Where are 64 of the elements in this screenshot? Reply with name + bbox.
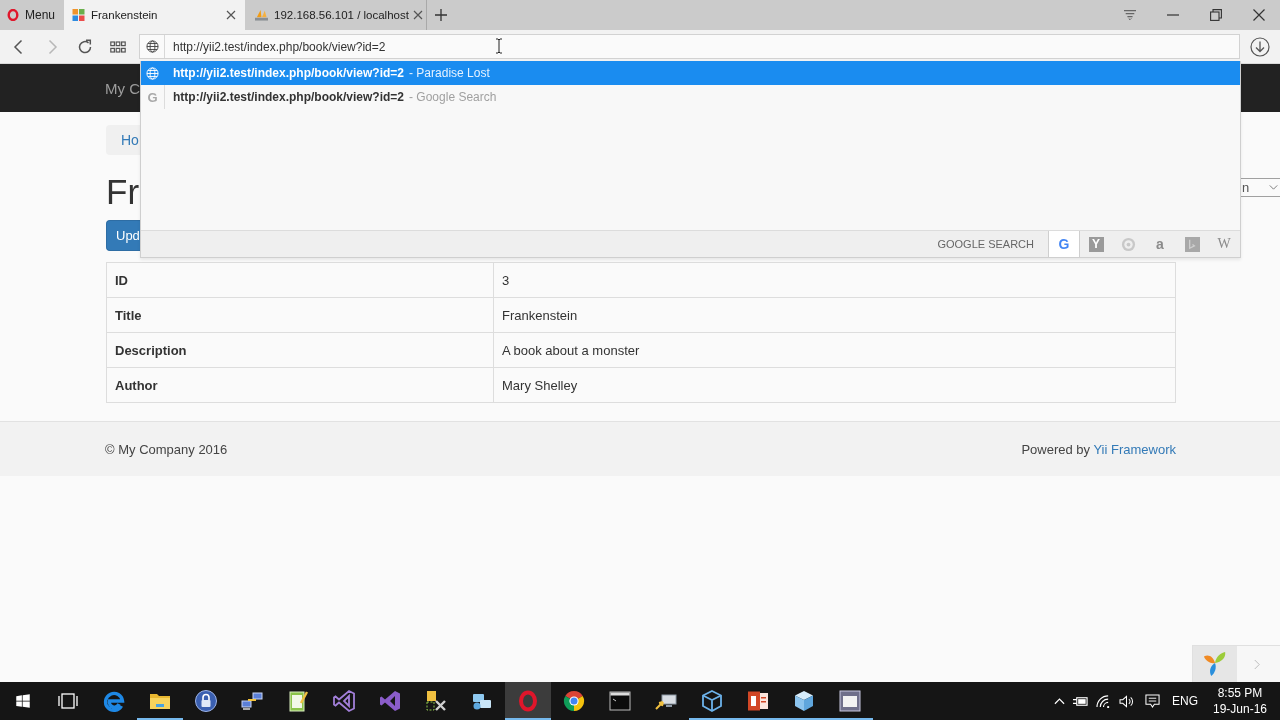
power-plug-icon[interactable] (1073, 694, 1088, 708)
e-logo-icon (102, 689, 126, 713)
menu-button[interactable]: Menu (0, 0, 62, 30)
copyright-text: © My Company 2016 (105, 441, 228, 457)
terminal-icon (608, 689, 632, 713)
page-heading: Fr (106, 172, 140, 212)
table-cell: Author (106, 367, 494, 403)
four-squares-icon (72, 9, 85, 21)
search-engine-label: GOOGLE SEARCH (937, 238, 1034, 250)
tools-icon (424, 689, 448, 713)
close-icon[interactable] (226, 10, 236, 20)
action-button[interactable]: Upd (106, 220, 140, 251)
ribbon-outline-icon (332, 689, 356, 713)
caret-icon (1269, 185, 1278, 190)
framework-link[interactable]: Yii Framework (1093, 441, 1176, 457)
table-cell: Description (106, 332, 494, 368)
ring-logo-icon (7, 9, 19, 21)
table-cell: Title (106, 297, 494, 333)
restore-icon[interactable] (1209, 9, 1222, 21)
download-icon[interactable] (1250, 36, 1270, 57)
ribbon-filled-icon (378, 689, 402, 713)
table-cell: Mary Shelley (493, 367, 1176, 403)
notification-icon[interactable] (1145, 693, 1160, 709)
cube-icon (792, 689, 816, 713)
notepad-icon (286, 689, 310, 713)
wifi-icon[interactable] (1096, 694, 1111, 708)
clock-date[interactable]: 19-Jun-16 (1212, 701, 1267, 717)
new-tab-icon[interactable] (435, 9, 447, 21)
sail-logo-icon (255, 9, 268, 21)
table-cell: 3 (493, 262, 1176, 298)
tab-menu-icon[interactable] (1123, 9, 1136, 21)
address-field[interactable]: http://yii2.test/index.php/book/view?id=2 (139, 34, 1240, 59)
breadcrumb-link[interactable]: Ho (121, 132, 139, 148)
speaker-icon[interactable] (1119, 694, 1134, 708)
grid-icon[interactable] (109, 38, 126, 55)
ring-icon (1120, 236, 1136, 252)
leaf-logo-icon (1203, 651, 1227, 677)
table-cell: A book about a monster (493, 332, 1176, 368)
language-indicator[interactable]: ENG (1172, 694, 1198, 708)
ring-logo-icon (516, 689, 540, 713)
padlock-icon (194, 689, 218, 713)
search-engine-button[interactable]: G (1048, 231, 1080, 257)
table-cell: Frankenstein (493, 297, 1176, 333)
tricolor-circle-icon (562, 689, 586, 713)
suggestion-row[interactable]: G http://yii2.test/index.php/book/view?id=2 - Google Search (141, 85, 1240, 109)
slides-icon (746, 689, 770, 713)
text-cursor-icon (495, 38, 503, 54)
clock-time[interactable]: 8:55 PM (1217, 685, 1263, 701)
four-panes-icon (13, 692, 32, 710)
square-tile-icon (1184, 236, 1200, 252)
window-icon (838, 689, 862, 713)
reload-icon[interactable] (76, 38, 93, 55)
brand-link[interactable]: My C (105, 79, 140, 97)
table-cell: ID (106, 262, 494, 298)
chevron-up-icon[interactable] (1054, 697, 1065, 705)
cube-outline-icon (700, 689, 724, 713)
close-icon[interactable] (412, 10, 423, 20)
powered-by-text: Powered by Yii Framework (1021, 441, 1176, 457)
globe-icon (146, 40, 159, 53)
globe-icon (146, 66, 159, 80)
network-computers-icon (240, 689, 264, 713)
close-icon[interactable] (1252, 9, 1265, 21)
browser-tab[interactable]: Frankenstein (64, 0, 245, 30)
logo-button[interactable] (1193, 646, 1237, 682)
